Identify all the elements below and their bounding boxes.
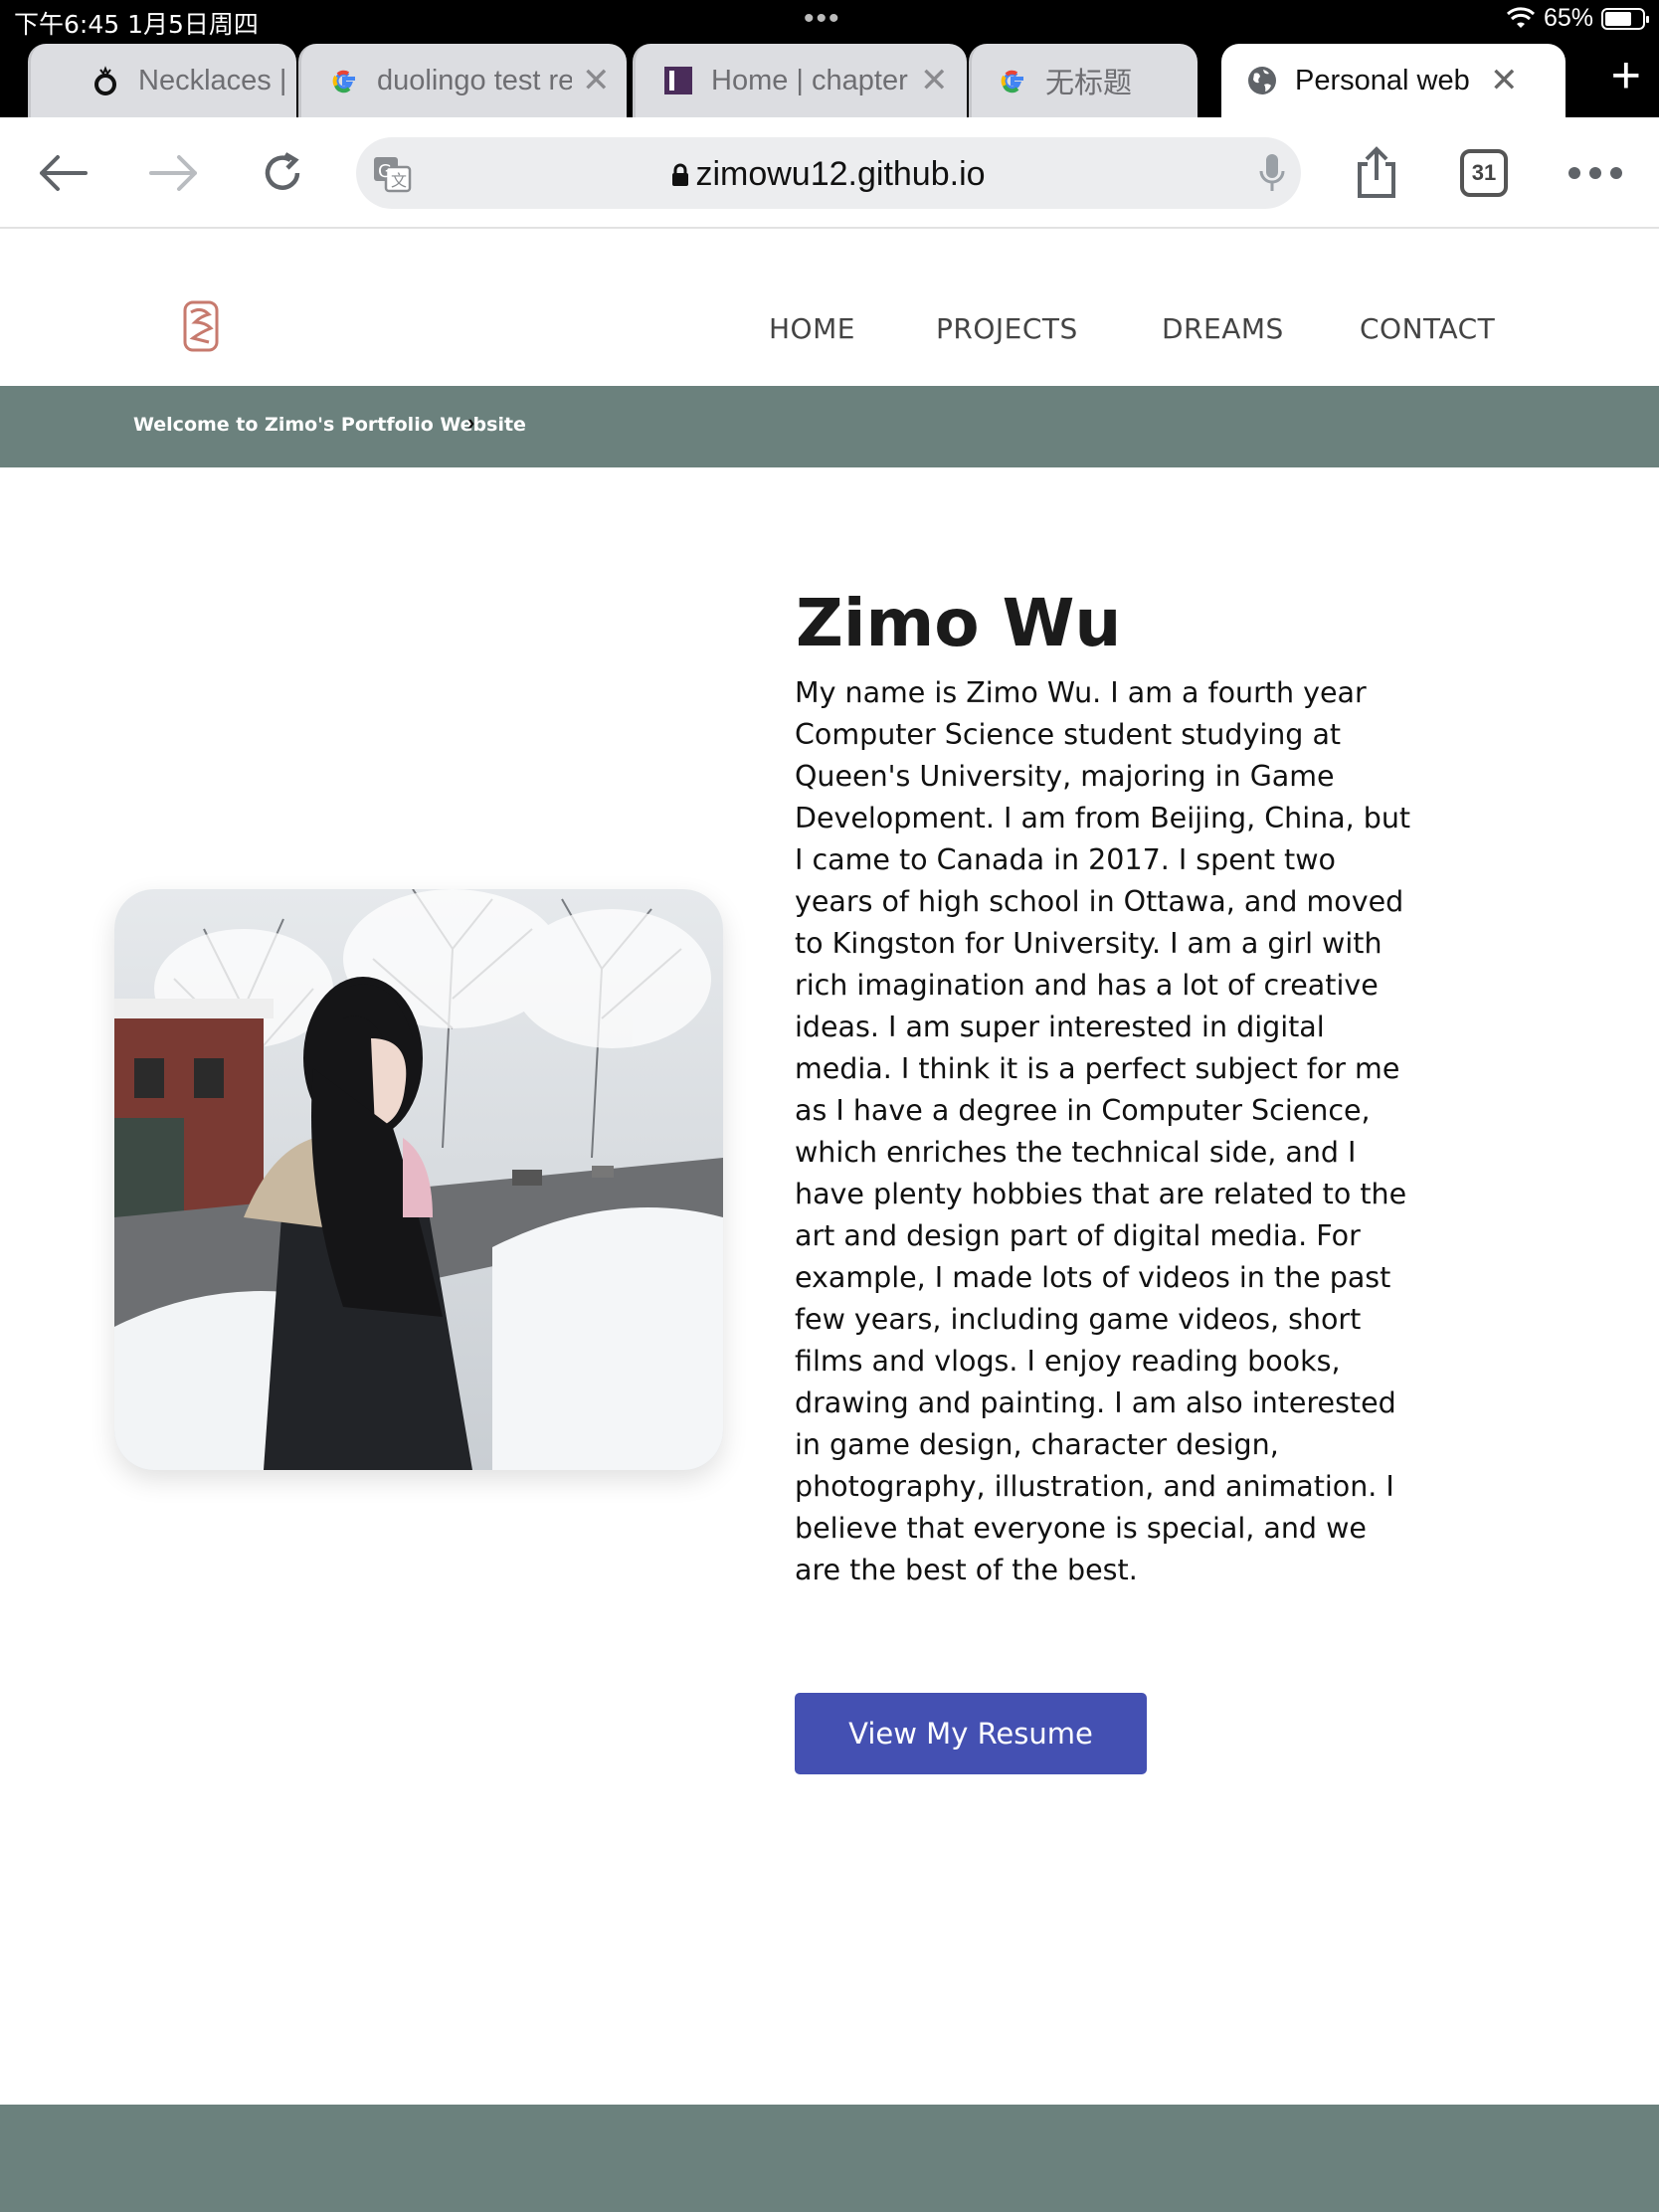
share-icon[interactable] <box>1347 143 1406 203</box>
welcome-banner: Welcome to Zimo's Portfolio Website › <box>0 386 1659 467</box>
url-text: zimowu12.github.io <box>695 155 986 193</box>
battery-percent: 65% <box>1543 4 1593 32</box>
nav-home[interactable]: HOME <box>769 312 855 345</box>
page-title: Zimo Wu <box>796 585 1122 661</box>
battery-icon <box>1601 7 1649 30</box>
tab-title: duolingo test re <box>377 64 572 96</box>
close-tab-icon[interactable]: ✕ <box>1490 61 1519 100</box>
wifi-icon <box>1506 6 1535 28</box>
address-bar[interactable]: G文 zimowu12.github.io <box>356 137 1301 209</box>
tab-necklaces[interactable]: Necklaces | I <box>28 44 296 117</box>
close-tab-icon[interactable]: ✕ <box>920 61 949 100</box>
nav-contact[interactable]: CONTACT <box>1360 312 1495 345</box>
lock-icon <box>671 157 689 196</box>
globe-icon <box>1245 64 1279 97</box>
profile-photo <box>114 889 723 1470</box>
tab-strip: Necklaces | I duolingo test re ✕ Home | … <box>0 40 1659 117</box>
tab-title: Personal web <box>1295 64 1470 96</box>
tab-chapters[interactable]: Home | chapter ✕ <box>633 44 967 117</box>
tab-title: Home | chapter <box>711 64 908 96</box>
nav-projects[interactable]: PROJECTS <box>936 312 1078 345</box>
url-display[interactable]: zimowu12.github.io <box>356 155 1301 196</box>
tab-title: 无标题 <box>1045 66 1133 99</box>
view-resume-button[interactable]: View My Resume <box>795 1693 1147 1774</box>
new-tab-button[interactable]: + <box>1611 46 1641 105</box>
bio-paragraph: My name is Zimo Wu. I am a fourth year C… <box>795 676 1411 1586</box>
tab-personal-web[interactable]: Personal web ✕ <box>1221 44 1566 117</box>
status-right: 65% <box>1506 4 1649 33</box>
google-favicon-icon <box>996 64 1029 97</box>
chevron-right-icon[interactable]: › <box>467 410 474 436</box>
tab-untitled[interactable]: 无标题 <box>969 44 1198 117</box>
google-favicon-icon <box>327 64 361 97</box>
tab-switcher-button[interactable]: 31 <box>1460 149 1508 197</box>
forward-arrow-icon[interactable] <box>143 143 203 203</box>
chapters-favicon-icon <box>661 64 695 97</box>
site-footer <box>0 2105 1659 2212</box>
browser-toolbar: G文 zimowu12.github.io 31 <box>0 117 1659 229</box>
reload-icon[interactable] <box>253 143 312 203</box>
microphone-icon[interactable] <box>1257 151 1287 200</box>
back-arrow-icon[interactable] <box>34 143 93 203</box>
site-header: HOME PROJECTS DREAMS CONTACT <box>0 229 1659 386</box>
nav-dreams[interactable]: DREAMS <box>1162 312 1284 345</box>
necklace-favicon-icon <box>89 64 122 97</box>
more-menu-icon[interactable] <box>1566 143 1625 203</box>
status-bar: 下午6:45 1月5日周四 ••• 65% <box>0 0 1659 40</box>
tab-duolingo[interactable]: duolingo test re ✕ <box>298 44 627 117</box>
tab-title: Necklaces | I <box>138 64 296 96</box>
close-tab-icon[interactable]: ✕ <box>582 61 611 100</box>
site-logo-icon[interactable] <box>183 300 219 352</box>
multitask-dots-icon[interactable]: ••• <box>804 2 841 36</box>
status-time: 下午6:45 1月5日周四 <box>14 10 259 39</box>
